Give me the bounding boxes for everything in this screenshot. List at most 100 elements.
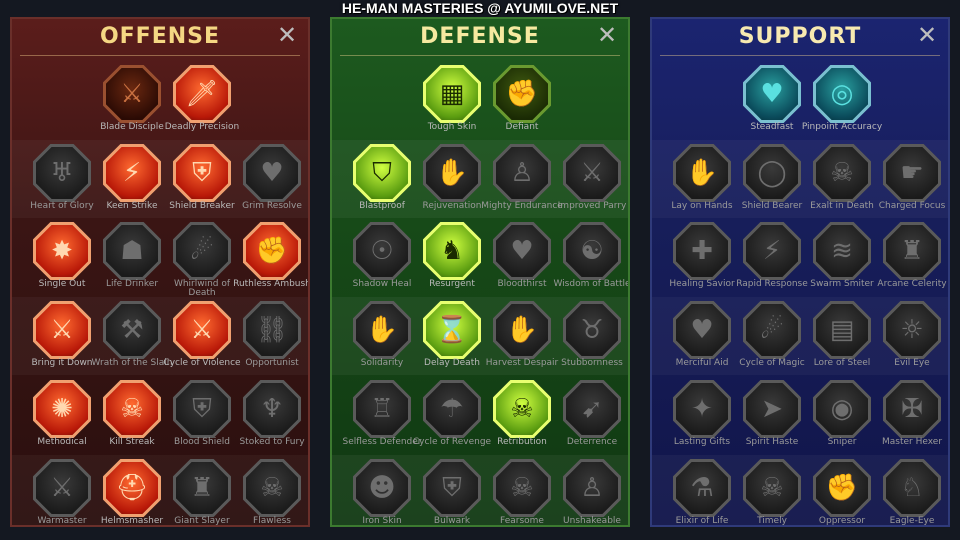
skill-single-out[interactable]: ✸ Single Out: [26, 222, 98, 300]
skill-delay-death[interactable]: ⌛ Delay Death: [416, 301, 488, 379]
round-shield-icon: ◯: [757, 158, 787, 188]
skill-frame: ☄: [173, 222, 231, 280]
skill-icon-bg: ☉: [356, 225, 408, 277]
skill-whirlwind-of-death[interactable]: ☄ Whirlwind of Death: [166, 222, 238, 300]
skill-cycle-of-violence[interactable]: ⚔ Cycle of Violence: [163, 301, 241, 379]
skill-exalt-in-death[interactable]: ☠ Exalt in Death: [806, 144, 878, 222]
armor-plates-icon: ▦: [439, 79, 465, 109]
skill-rapid-response[interactable]: ⚡ Rapid Response: [736, 222, 808, 300]
skill-helmsmasher[interactable]: ⛑ Helmsmasher: [96, 459, 168, 525]
skill-fearsome-presence[interactable]: ☠Fearsome Presence: [486, 459, 558, 525]
skill-shield-bearer[interactable]: ◯ Shield Bearer: [736, 144, 808, 222]
skill-bulwark[interactable]: ⛨ Bulwark: [416, 459, 488, 525]
skill-defiant[interactable]: ✊ Defiant: [486, 65, 558, 143]
skill-icon-bg: ⚡: [106, 147, 158, 199]
skill-rejuvenation[interactable]: ✋ Rejuvenation: [416, 144, 488, 222]
skill-resurgent[interactable]: ♞ Resurgent: [416, 222, 488, 300]
skill-icon-bg: ✋: [676, 147, 728, 199]
skill-wrath-of-the-slain[interactable]: ⚒ Wrath of the Slain: [92, 301, 172, 379]
skill-ruthless-ambush[interactable]: ✊ Ruthless Ambush: [233, 222, 308, 300]
skill-icon-bg: ✋: [496, 304, 548, 356]
skill-spirit-haste[interactable]: ➤ Spirit Haste: [736, 380, 808, 458]
shadow-figure-icon: ☉: [370, 236, 394, 266]
skill-bloodthirst[interactable]: ♥ Bloodthirst: [486, 222, 558, 300]
skill-merciful-aid[interactable]: ♥ Merciful Aid: [666, 301, 738, 379]
skill-frame: ⚒: [103, 301, 161, 359]
bull-head-icon: ♉: [580, 315, 604, 345]
skill-icon-bg: ⛉: [356, 147, 408, 199]
skill-cycle-of-magic[interactable]: ☄ Cycle of Magic: [736, 301, 808, 379]
close-button[interactable]: ✕: [276, 24, 298, 48]
close-button[interactable]: ✕: [916, 24, 938, 48]
skill-selfless-defender[interactable]: ♖ Selfless Defender: [342, 380, 422, 458]
skull-icon: ☠: [120, 394, 144, 424]
burst-circle-icon: ✺: [51, 394, 73, 424]
skill-wisdom-of-battle[interactable]: ☯ Wisdom of Battle: [553, 222, 628, 300]
demon-face-icon: ☠: [510, 473, 534, 503]
skill-life-drinker[interactable]: ☗ Life Drinker: [96, 222, 168, 300]
skill-deadly-precision[interactable]: 🗡 Deadly Precision: [165, 65, 239, 143]
skill-improved-parry[interactable]: ⚔ Improved Parry: [556, 144, 628, 222]
skill-blood-shield[interactable]: ⛨ Blood Shield: [166, 380, 238, 458]
skill-evil-eye[interactable]: ☼ Evil Eye: [876, 301, 948, 379]
skill-frame: ⛓: [243, 301, 301, 359]
skill-frame: ♙: [493, 144, 551, 202]
skill-giant-slayer[interactable]: ♜ Giant Slayer: [166, 459, 238, 525]
skill-stoked-to-fury[interactable]: ♆ Stoked to Fury: [236, 380, 308, 458]
skill-icon-bg: ♙: [566, 462, 618, 514]
skill-heart-of-glory[interactable]: ♅ Heart of Glory: [26, 144, 98, 222]
skill-icon-bg: ✋: [356, 304, 408, 356]
skill-shadow-heal[interactable]: ☉ Shadow Heal: [346, 222, 418, 300]
skill-solidarity[interactable]: ✋ Solidarity: [346, 301, 418, 379]
skill-blade-disciple[interactable]: ⚔ Blade Disciple: [96, 65, 168, 143]
skill-label: Pinpoint Accuracy: [801, 122, 883, 132]
skill-lasting-gifts[interactable]: ✦ Lasting Gifts: [666, 380, 738, 458]
skill-frame: ♜: [173, 459, 231, 517]
skill-frame: ◉: [813, 380, 871, 438]
skill-harvest-despair[interactable]: ✋ Harvest Despair: [486, 301, 558, 379]
skill-timely-intervention[interactable]: ☠Timely Intervention: [736, 459, 808, 525]
skill-mighty-endurance[interactable]: ♙ Mighty Endurance: [481, 144, 563, 222]
skill-grim-resolve[interactable]: ♥ Grim Resolve: [236, 144, 308, 222]
skill-icon-bg: ⚔: [106, 68, 158, 120]
skill-pinpoint-accuracy[interactable]: ◎ Pinpoint Accuracy: [802, 65, 882, 143]
skill-keen-strike[interactable]: ⚡ Keen Strike: [96, 144, 168, 222]
skill-sniper[interactable]: ◉ Sniper: [806, 380, 878, 458]
skill-deterrence[interactable]: ➹ Deterrence: [556, 380, 628, 458]
skill-kill-streak[interactable]: ☠ Kill Streak: [96, 380, 168, 458]
skill-warmaster[interactable]: ⚔ Warmaster: [26, 459, 98, 525]
skill-steadfast[interactable]: ♥ Steadfast: [736, 65, 808, 143]
skill-eagle-eye[interactable]: ♘ Eagle-Eye: [876, 459, 948, 525]
skill-methodical[interactable]: ✺ Methodical: [26, 380, 98, 458]
skill-oppressor[interactable]: ✊ Oppressor: [806, 459, 878, 525]
skill-arcane-celerity[interactable]: ♜ Arcane Celerity: [876, 222, 948, 300]
skill-stubbornness[interactable]: ♉ Stubbornness: [556, 301, 628, 379]
skill-master-hexer[interactable]: ✠ Master Hexer: [876, 380, 948, 458]
skill-icon-bg: ⚗: [676, 462, 728, 514]
skill-cycle-of-revenge[interactable]: ☂ Cycle of Revenge: [413, 380, 491, 458]
skill-frame: ♘: [883, 459, 941, 517]
skill-blastproof[interactable]: ⛉ Blastproof: [346, 144, 418, 222]
skill-unshakeable[interactable]: ♙ Unshakeable: [556, 459, 628, 525]
skill-icon-bg: ⛨: [176, 383, 228, 435]
skill-icon-bg: ♥: [246, 147, 298, 199]
open-hand-icon: ✋: [505, 315, 539, 345]
skill-healing-savior[interactable]: ✚ Healing Savior: [666, 222, 738, 300]
skill-bring-it-down[interactable]: ⚔ Bring it Down: [26, 301, 98, 379]
skill-swarm-smiter[interactable]: ≋ Swarm Smiter: [806, 222, 878, 300]
skill-charged-focus[interactable]: ☛ Charged Focus: [876, 144, 948, 222]
skill-flawless-execution[interactable]: ☠ Flawless Execution: [236, 459, 308, 525]
skill-opportunist[interactable]: ⛓ Opportunist: [236, 301, 308, 379]
skill-shield-breaker[interactable]: ⛨ Shield Breaker: [166, 144, 238, 222]
skill-lay-on-hands[interactable]: ✋ Lay on Hands: [666, 144, 738, 222]
skill-lore-of-steel[interactable]: ▤ Lore of Steel: [806, 301, 878, 379]
skill-retribution[interactable]: ☠ Retribution: [486, 380, 558, 458]
skill-tough-skin[interactable]: ▦ Tough Skin: [416, 65, 488, 143]
skill-elixir-of-life[interactable]: ⚗ Elixir of Life: [666, 459, 738, 525]
close-button[interactable]: ✕: [596, 24, 618, 48]
skill-iron-skin[interactable]: ☻ Iron Skin: [346, 459, 418, 525]
skill-label: Grim Resolve: [242, 201, 302, 211]
skill-frame: ⚔: [33, 301, 91, 359]
chevron-shield-icon: ⛉: [372, 158, 392, 188]
offense-panel: OFFENSE ✕ ⚔ Blade Disciple 🗡 Deadly Precisi…: [10, 17, 310, 527]
